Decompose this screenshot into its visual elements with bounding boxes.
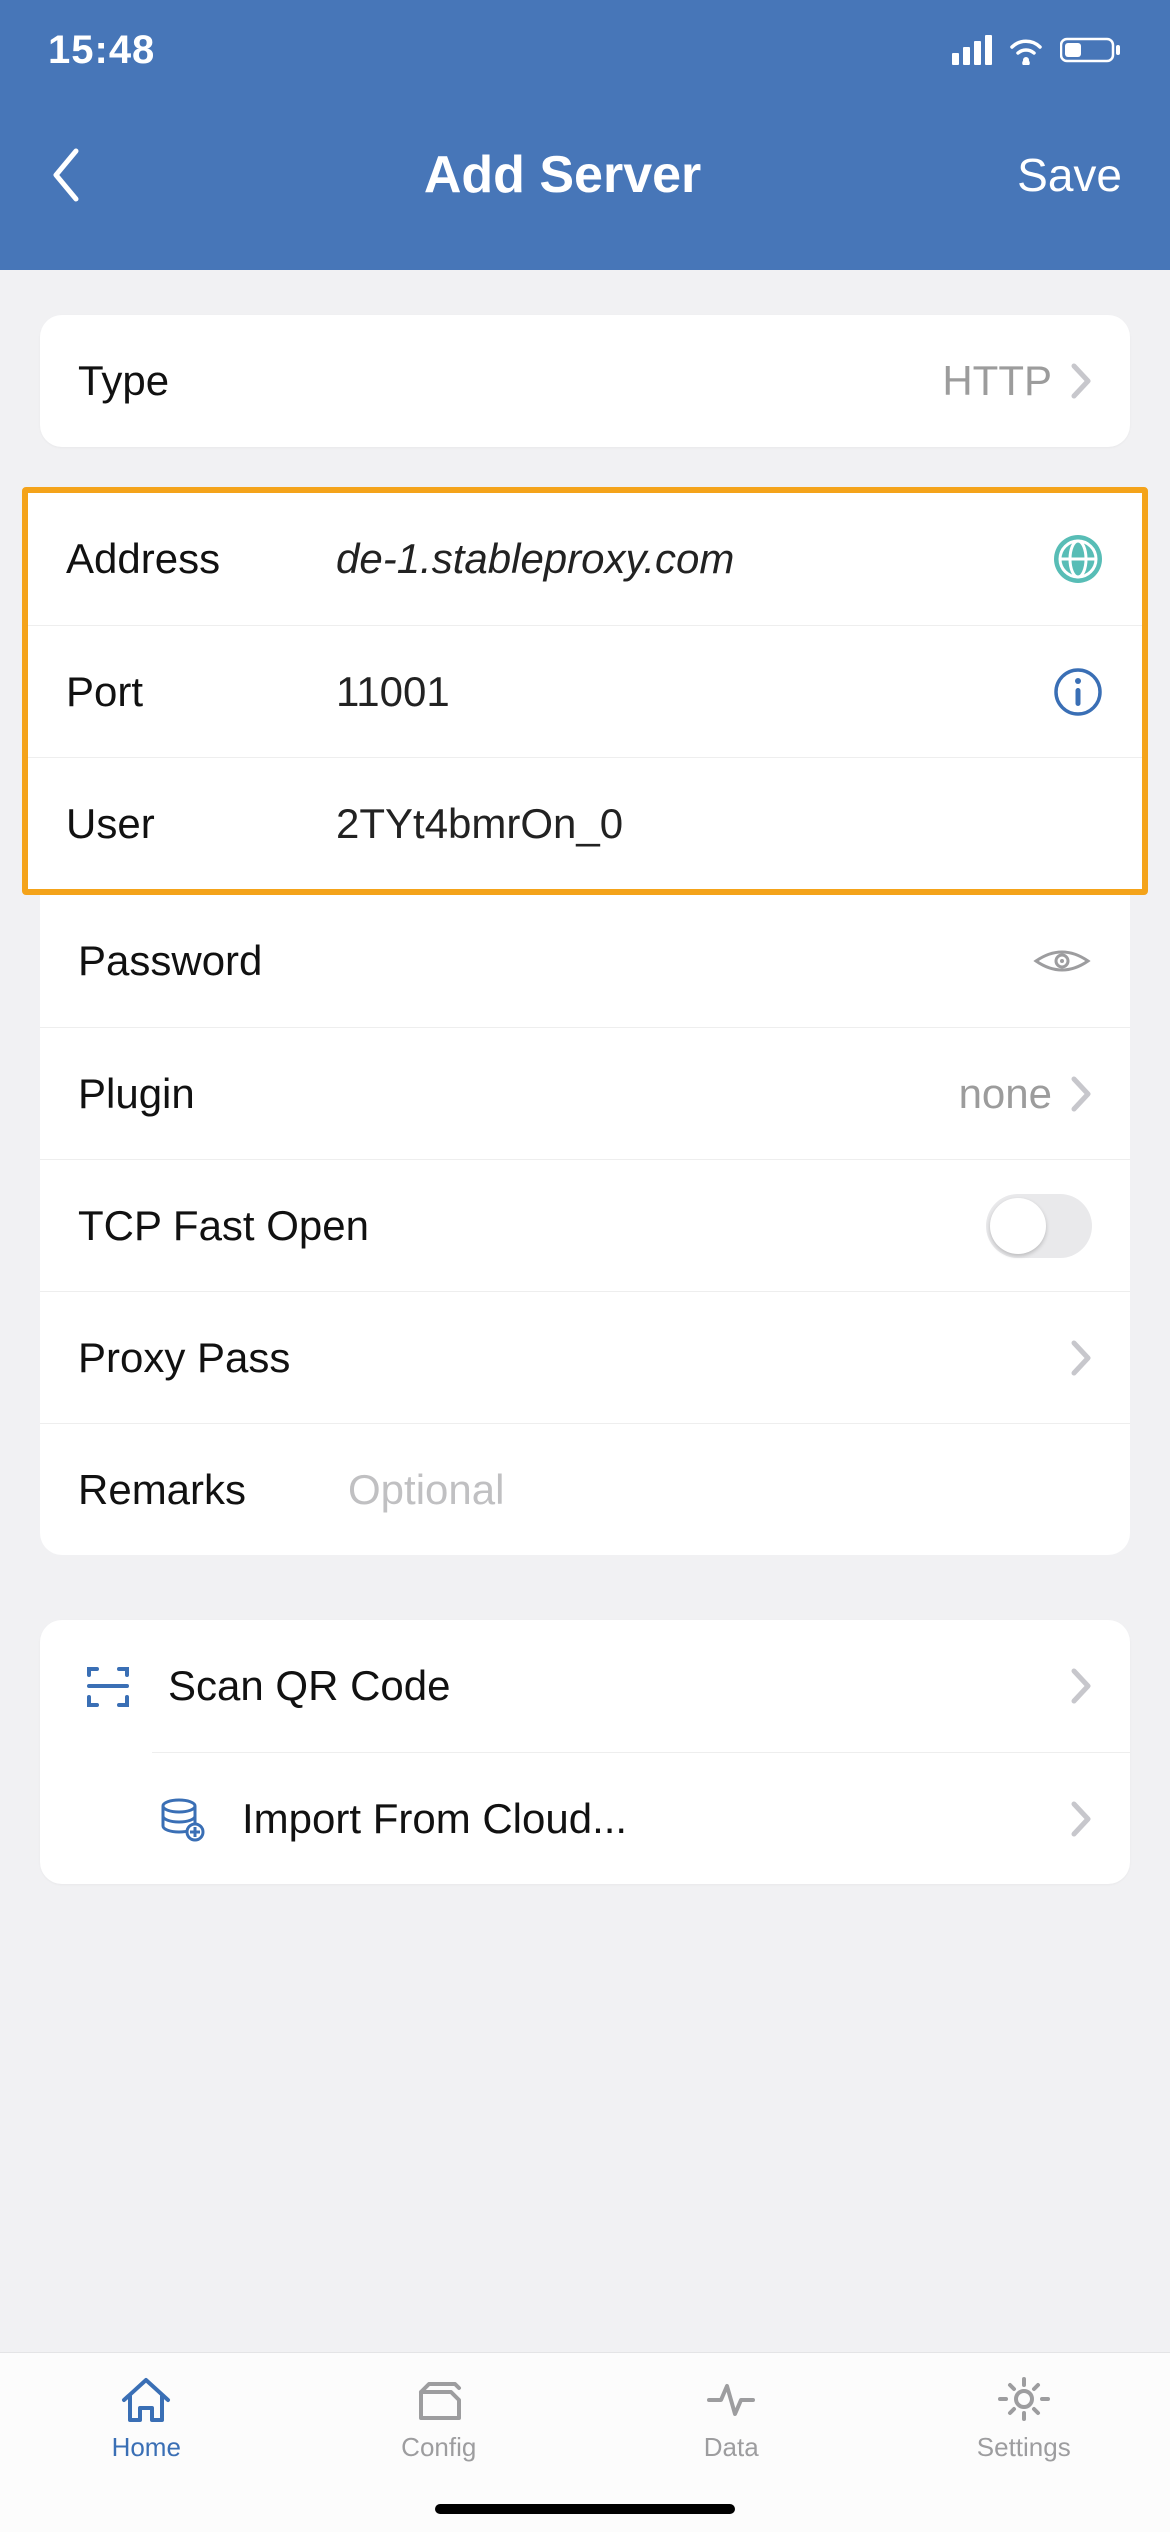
address-row[interactable]: Address xyxy=(28,493,1142,625)
chevron-right-icon xyxy=(1070,1800,1092,1838)
type-value: HTTP xyxy=(942,357,1052,405)
qr-scan-icon xyxy=(78,1661,138,1711)
back-button[interactable] xyxy=(48,135,108,215)
type-row[interactable]: Type HTTP xyxy=(40,315,1130,447)
user-input[interactable] xyxy=(336,800,1104,848)
content: Type HTTP Address Port xyxy=(0,270,1170,2352)
wifi-icon xyxy=(1006,35,1046,65)
scan-qr-row[interactable]: Scan QR Code xyxy=(40,1620,1130,1752)
eye-icon[interactable] xyxy=(1032,941,1092,981)
info-icon[interactable] xyxy=(1052,666,1104,718)
password-input[interactable] xyxy=(348,937,1032,985)
status-indicators xyxy=(952,35,1122,65)
status-time: 15:48 xyxy=(48,28,155,73)
remarks-row[interactable]: Remarks xyxy=(40,1423,1130,1555)
chevron-right-icon xyxy=(1070,1075,1092,1113)
extra-fields: Password Plugin none TCP Fast Open Proxy… xyxy=(40,895,1130,1555)
actions-card: Scan QR Code Import From Cloud... xyxy=(40,1620,1130,1884)
user-label: User xyxy=(66,800,336,848)
tcp-toggle[interactable] xyxy=(986,1194,1092,1258)
header: 15:48 Add Server Save xyxy=(0,0,1170,270)
proxy-label: Proxy Pass xyxy=(78,1334,348,1382)
scan-qr-label: Scan QR Code xyxy=(168,1662,1040,1710)
password-row[interactable]: Password xyxy=(40,895,1130,1027)
battery-icon xyxy=(1060,35,1122,65)
user-row[interactable]: User xyxy=(28,757,1142,889)
remarks-input[interactable] xyxy=(348,1466,1092,1514)
tab-home[interactable]: Home xyxy=(0,2353,293,2482)
tab-data[interactable]: Data xyxy=(585,2353,878,2482)
cellular-icon xyxy=(952,35,992,65)
save-button[interactable]: Save xyxy=(1017,148,1122,202)
import-cloud-row[interactable]: Import From Cloud... xyxy=(152,1752,1130,1884)
tab-config-label: Config xyxy=(401,2432,476,2463)
address-label: Address xyxy=(66,535,336,583)
tcp-label: TCP Fast Open xyxy=(78,1202,369,1250)
port-label: Port xyxy=(66,668,336,716)
type-label: Type xyxy=(78,357,348,405)
nav-bar: Add Server Save xyxy=(0,100,1170,270)
chevron-right-icon xyxy=(1070,1667,1092,1705)
password-label: Password xyxy=(78,937,348,985)
tcp-fast-open-row: TCP Fast Open xyxy=(40,1159,1130,1291)
status-bar: 15:48 xyxy=(0,0,1170,100)
type-card: Type HTTP xyxy=(40,315,1130,447)
cloud-db-icon xyxy=(152,1794,212,1844)
plugin-value: none xyxy=(959,1070,1052,1118)
tab-settings[interactable]: Settings xyxy=(878,2353,1170,2482)
tab-data-label: Data xyxy=(704,2432,759,2463)
import-cloud-label: Import From Cloud... xyxy=(242,1795,1040,1843)
highlighted-fields: Address Port User xyxy=(22,487,1148,895)
address-input[interactable] xyxy=(336,535,1052,583)
port-row[interactable]: Port xyxy=(28,625,1142,757)
plugin-row[interactable]: Plugin none xyxy=(40,1027,1130,1159)
port-input[interactable] xyxy=(336,668,1052,716)
proxy-pass-row[interactable]: Proxy Pass xyxy=(40,1291,1130,1423)
tab-home-label: Home xyxy=(112,2432,181,2463)
page-title: Add Server xyxy=(424,145,701,205)
globe-icon[interactable] xyxy=(1052,533,1104,585)
home-indicator xyxy=(435,2504,735,2514)
tab-config[interactable]: Config xyxy=(293,2353,586,2482)
chevron-right-icon xyxy=(1070,362,1092,400)
remarks-label: Remarks xyxy=(78,1466,348,1514)
plugin-label: Plugin xyxy=(78,1070,348,1118)
chevron-right-icon xyxy=(1070,1339,1092,1377)
tab-settings-label: Settings xyxy=(977,2432,1071,2463)
